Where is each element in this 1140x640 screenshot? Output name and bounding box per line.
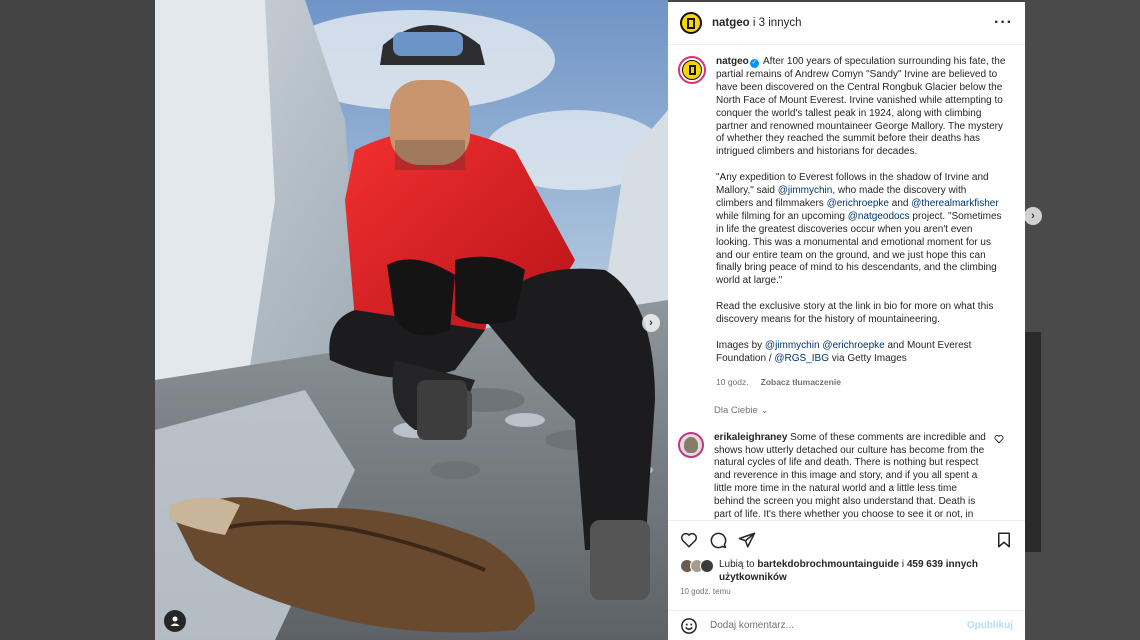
credit-mention-rgs[interactable]: @RGS_IBG: [774, 353, 829, 364]
post-comment-button[interactable]: Opublikuj: [967, 620, 1013, 631]
mention-therealmarkfisher[interactable]: @therealmarkfisher: [911, 198, 998, 209]
caption-avatar[interactable]: [678, 56, 706, 84]
bookmark-icon[interactable]: [995, 531, 1013, 549]
comment-heart-icon[interactable]: [994, 434, 1004, 444]
post-actions: [668, 520, 1025, 558]
for-you-toggle[interactable]: Dla Ciebie ⌄: [668, 405, 1025, 416]
liker-avatar: [700, 559, 714, 573]
post-timestamp: 10 godz. temu: [680, 587, 731, 596]
mention-jimmychin[interactable]: @jimmychin: [778, 185, 833, 196]
comment-composer: Dodaj komentarz... Opublikuj: [668, 610, 1025, 640]
backdrop-left: [0, 0, 155, 640]
post-panel: natgeo i 3 innych ··· natgeo ✓ After 100 …: [668, 2, 1025, 640]
person-icon: [170, 616, 180, 626]
caption-credits: Images by @jimmychin @erichroepke and Mo…: [716, 339, 972, 364]
chevron-down-icon: ⌄: [760, 404, 769, 416]
mention-natgeodocs[interactable]: @natgeodocs: [848, 211, 910, 222]
liker-avatars[interactable]: [680, 559, 714, 584]
header-authors: natgeo i 3 innych: [712, 17, 994, 29]
emoji-icon[interactable]: [680, 617, 698, 635]
next-post-icon[interactable]: ›: [1024, 207, 1042, 225]
comment-input[interactable]: Dodaj komentarz...: [710, 620, 967, 631]
caption-meta: 10 godz. Zobacz tłumaczenie: [716, 376, 1006, 389]
commenter-avatar[interactable]: [678, 431, 704, 458]
comment-text: erikaleighraney Some of these comments a…: [714, 432, 986, 520]
mention-erichroepke[interactable]: @erichroepke: [827, 198, 889, 209]
user-tag-icon[interactable]: [164, 610, 186, 632]
likes-summary: Lubią to bartekdobrochmountainguide i 45…: [680, 558, 1013, 584]
see-translation-link[interactable]: Zobacz tłumaczenie: [761, 377, 841, 387]
post-caption: natgeo ✓ After 100 years of speculation s…: [668, 46, 1025, 389]
caption-username[interactable]: natgeo: [716, 56, 749, 67]
heart-icon[interactable]: [680, 531, 698, 549]
comment-username[interactable]: erikaleighraney: [714, 432, 787, 443]
credit-mention-jimmychin[interactable]: @jimmychin: [765, 340, 820, 351]
likes-text: Lubią to bartekdobrochmountainguide i 45…: [719, 559, 978, 583]
natgeo-avatar[interactable]: [680, 12, 702, 34]
caption-time: 10 godz.: [716, 376, 749, 387]
comment-icon[interactable]: [709, 531, 727, 549]
backdrop-right: [1025, 0, 1140, 640]
caption-paragraph-2: "Any expedition to Everest follows in th…: [716, 172, 1002, 287]
header-coauthors[interactable]: i 3 innych: [750, 17, 802, 29]
climber-photo: [155, 0, 668, 640]
share-icon[interactable]: [738, 531, 756, 549]
backdrop-next-post: [1025, 332, 1041, 552]
panel-header: natgeo i 3 innych ···: [668, 2, 1025, 45]
more-dots-icon[interactable]: ···: [994, 14, 1013, 32]
verified-icon: ✓: [749, 59, 759, 68]
photo-next-button[interactable]: ›: [642, 314, 660, 332]
post-photo: ›: [155, 0, 668, 640]
header-username[interactable]: natgeo: [712, 17, 750, 29]
credit-mention-erichroepke[interactable]: @erichroepke: [822, 340, 884, 351]
comment-content: Some of these comments are incredible an…: [714, 431, 986, 520]
comments-scroll[interactable]: natgeo ✓ After 100 years of speculation s…: [668, 46, 1025, 520]
comment-item: erikaleighraney Some of these comments a…: [668, 422, 1025, 520]
caption-paragraph-1: After 100 years of speculation surroundi…: [716, 56, 1006, 158]
caption-paragraph-3: Read the exclusive story at the link in …: [716, 301, 994, 326]
for-you-label: Dla Ciebie: [714, 404, 758, 416]
liker-username[interactable]: bartekdobrochmountainguide: [757, 559, 899, 570]
caption-text: natgeo ✓ After 100 years of speculation s…: [716, 56, 1006, 389]
